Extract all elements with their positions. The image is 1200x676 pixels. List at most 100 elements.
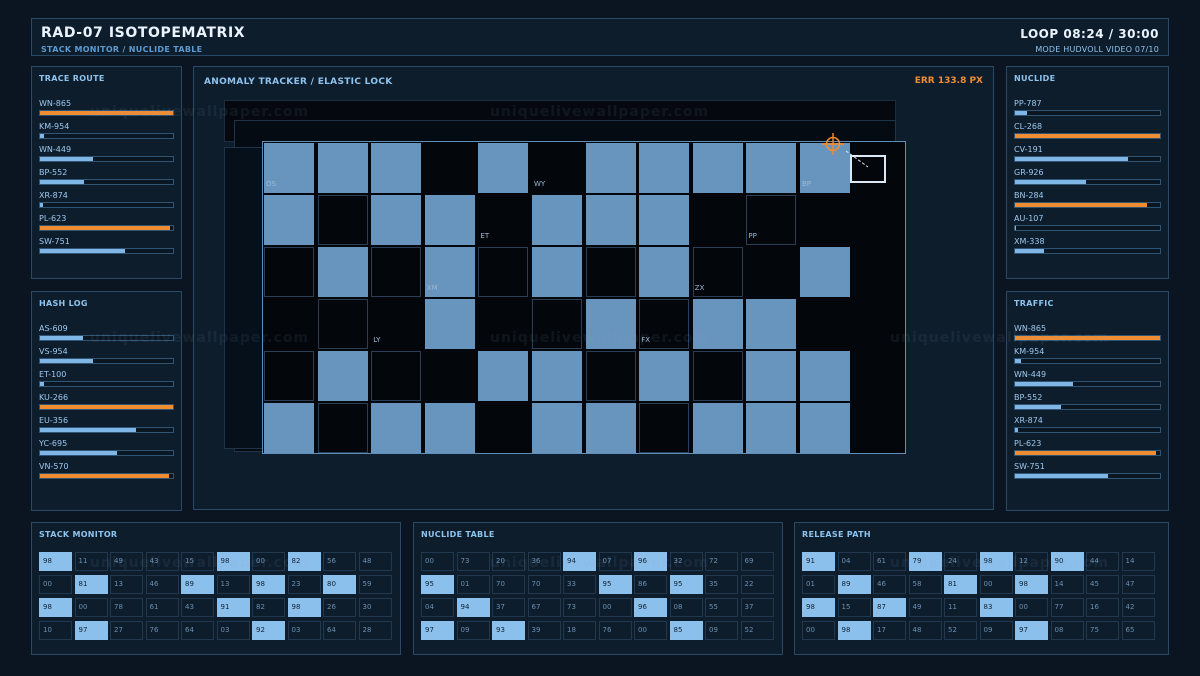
bar-label: CL-268 — [1014, 122, 1043, 131]
grid-cell: 01 — [456, 575, 490, 594]
grid-cell: 35 — [705, 575, 738, 594]
board-cell-lit[interactable] — [317, 247, 368, 297]
bar-track — [39, 427, 174, 433]
board-cell-lit[interactable] — [317, 351, 368, 401]
board-cell-lit[interactable] — [585, 299, 636, 349]
grid-cell: 78 — [110, 598, 143, 617]
bar-row: PL-623 — [1014, 437, 1161, 460]
board-cell[interactable] — [425, 351, 475, 401]
board-cell-lit[interactable] — [746, 403, 797, 453]
board-cell-lit[interactable] — [746, 351, 797, 401]
board-cell-lit[interactable] — [585, 195, 636, 245]
bar-fill — [1015, 451, 1156, 455]
board-cell-lit[interactable] — [746, 299, 797, 349]
grid-cell: 12 — [1015, 552, 1048, 571]
board-cell-lit[interactable] — [478, 143, 529, 193]
crosshair-icon[interactable] — [822, 133, 844, 155]
board-cell-lit[interactable] — [800, 351, 850, 401]
release-path-panel: RELEASE PATH 91 04 61 79 24 98 12 90 44 14 01 89 46 5… — [794, 522, 1169, 655]
bar-label: PL-623 — [39, 214, 67, 223]
bar-fill — [40, 203, 43, 207]
bar-track — [1014, 404, 1161, 410]
board-cell[interactable] — [317, 195, 368, 245]
grid-cell: 09 — [979, 621, 1013, 640]
board-cell-lit[interactable] — [585, 143, 636, 193]
board-cell[interactable] — [371, 351, 422, 401]
loop-timer: LOOP 08:24 / 30:00 — [1020, 27, 1159, 41]
grid-cell: 09 — [456, 621, 490, 640]
board-cell-lit[interactable] — [371, 143, 422, 193]
board-cell[interactable] — [264, 299, 314, 349]
board-cell-lit[interactable] — [639, 195, 690, 245]
board-cell-lit[interactable] — [585, 403, 636, 453]
board-cell[interactable] — [425, 143, 475, 193]
board-tag: BP — [802, 180, 812, 188]
bar-row: KM-954 — [1014, 345, 1161, 368]
board-cell[interactable] — [478, 247, 529, 297]
board-cell-lit[interactable] — [532, 195, 582, 245]
board-cell-lit[interactable] — [639, 351, 690, 401]
board-cell[interactable] — [692, 351, 743, 401]
board-cell[interactable] — [264, 247, 314, 297]
grid-cell: 24 — [944, 552, 977, 571]
board-cell-lit[interactable] — [424, 299, 475, 349]
anomaly-tracker-panel: ANOMALY TRACKER / ELASTIC LOCK ERR 133.8… — [193, 66, 994, 510]
bar-fill — [40, 474, 169, 478]
board-cell-lit[interactable] — [478, 351, 529, 401]
board-cell-lit[interactable] — [692, 143, 743, 193]
grid-cell: 03 — [287, 621, 321, 640]
bar-track — [39, 156, 174, 162]
board-cell-lit[interactable] — [800, 247, 850, 297]
board-cell[interactable] — [693, 195, 743, 245]
board-cell[interactable] — [639, 403, 690, 453]
grid-cell: 61 — [145, 598, 179, 617]
board-cell-lit[interactable] — [532, 351, 582, 401]
grid-cell: 26 — [323, 598, 356, 617]
grid-cell: 39 — [527, 621, 561, 640]
board-cell[interactable] — [585, 351, 636, 401]
board-cell-lit[interactable] — [532, 403, 582, 453]
lock-target-box[interactable] — [850, 155, 886, 183]
board-cell-lit[interactable] — [371, 403, 422, 453]
bar-fill — [40, 157, 94, 161]
board-cell[interactable] — [264, 351, 314, 401]
board-cell-lit[interactable] — [639, 247, 690, 297]
bar-fill — [1015, 336, 1160, 340]
elastic-lock-board[interactable]: OS WY BP ET PP XM ZX LY FX — [262, 141, 906, 454]
board-cell-lit[interactable] — [692, 299, 743, 349]
board-cell[interactable] — [317, 403, 368, 453]
board-cell-lit[interactable] — [746, 143, 797, 193]
board-cell-lit[interactable] — [692, 403, 743, 453]
bar-fill — [40, 428, 136, 432]
grid-cell: 14 — [1050, 575, 1084, 594]
grid-cell: 15 — [837, 598, 871, 617]
board-cell-lit[interactable] — [800, 403, 850, 453]
board-cell-lit[interactable] — [424, 195, 475, 245]
board-cell-lit[interactable] — [317, 143, 368, 193]
board-cell-lit[interactable] — [532, 247, 582, 297]
board-cell-lit[interactable] — [264, 403, 314, 453]
board-cell-lit[interactable] — [264, 195, 314, 245]
bar-label: EU-356 — [39, 416, 69, 425]
board-cell[interactable] — [532, 299, 582, 349]
board-cell-lit[interactable] — [424, 403, 475, 453]
grid-cell: 81 — [74, 575, 108, 594]
bar-track — [1014, 248, 1161, 254]
grid-cell: 08 — [669, 598, 703, 617]
grid-cell: 97 — [74, 621, 108, 640]
bar-label: VS-954 — [39, 347, 68, 356]
board-cell[interactable] — [800, 195, 850, 245]
board-cell[interactable] — [585, 247, 636, 297]
board-cell[interactable] — [478, 403, 528, 453]
board-tag: WY — [534, 180, 546, 188]
board-cell[interactable] — [317, 299, 368, 349]
board-cell[interactable] — [800, 299, 850, 349]
bar-row: CL-268 — [1014, 120, 1161, 143]
board-cell[interactable] — [478, 299, 528, 349]
board-cell-lit[interactable] — [371, 195, 422, 245]
nuclide-title: NUCLIDE — [1014, 74, 1056, 83]
hash-log-bars: AS-609 VS-954 ET-100 KU-266 EU-356 YC-695 VN-5… — [39, 322, 174, 483]
board-cell[interactable] — [371, 247, 422, 297]
board-cell[interactable] — [746, 247, 796, 297]
board-cell-lit[interactable] — [639, 143, 690, 193]
